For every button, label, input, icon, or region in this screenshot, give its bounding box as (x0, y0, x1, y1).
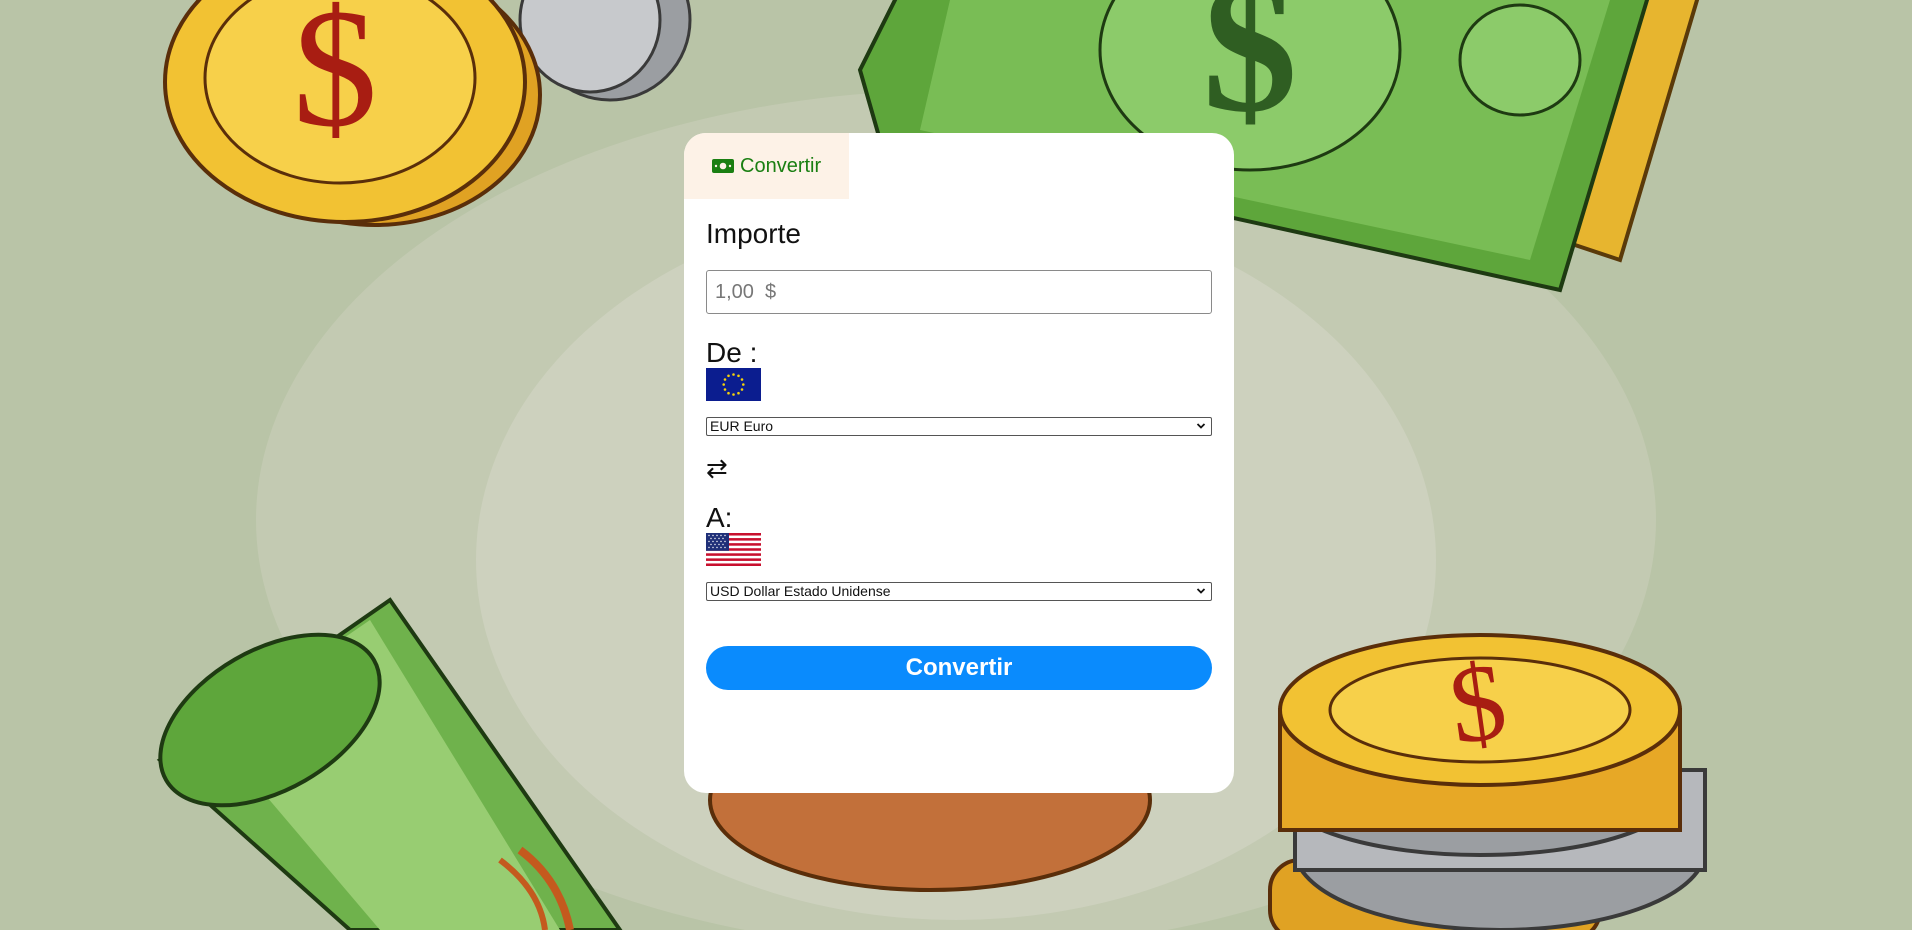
eu-flag-icon (706, 368, 761, 401)
chevron-down-icon (1196, 423, 1206, 429)
from-currency-value: EUR Euro (710, 418, 774, 434)
swap-arrows-icon[interactable]: ⇄ (706, 455, 728, 481)
tab-convertir[interactable]: Convertir (684, 133, 849, 199)
convert-button[interactable]: Convertir (706, 646, 1212, 690)
tab-label: Convertir (740, 154, 822, 177)
from-currency-select[interactable]: EUR Euro (706, 417, 1212, 436)
svg-text:$: $ (293, 0, 378, 162)
amount-label: Importe (706, 218, 801, 249)
to-label: A: (706, 502, 733, 533)
from-label: De : (706, 337, 758, 368)
banknote-icon (712, 159, 734, 173)
to-currency-select[interactable]: USD Dollar Estado Unidense (706, 582, 1212, 601)
us-flag-icon (706, 533, 761, 566)
svg-text:$: $ (1203, 0, 1298, 152)
converter-card: Convertir Importe De : EUR Euro ⇄ A: (684, 133, 1234, 793)
amount-input[interactable] (706, 270, 1212, 314)
coin-stack-illustration: $ (1268, 633, 1707, 930)
to-currency-value: USD Dollar Estado Unidense (710, 583, 891, 599)
chevron-down-icon (1196, 588, 1206, 594)
